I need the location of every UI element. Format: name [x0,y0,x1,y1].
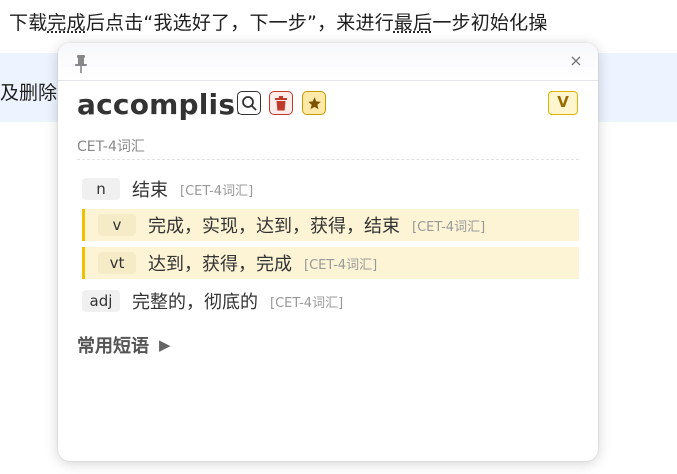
background-instruction-text: 下载完成后点击“我选好了，下一步”，来进行最后一步初始化操 [9,12,548,34]
meaning-text: 结束 [132,180,168,201]
meaning-text: 完整的，彻底的 [132,292,258,313]
meaning-row: n 结束 [CET-4词汇] [82,173,579,205]
vocabulary-badge[interactable]: V [548,91,578,115]
meaning-row-highlighted: v 完成，实现，达到，获得，结束 [CET-4词汇] [82,209,579,241]
common-phrases-toggle[interactable]: 常用短语 ▶ [77,332,171,358]
part-of-speech: v [98,214,136,236]
meaning-level-tag: [CET-4词汇] [412,219,486,235]
search-icon [242,96,257,111]
divider [77,159,579,160]
search-button[interactable] [237,91,261,115]
meaning-level-tag: [CET-4词汇] [180,183,254,199]
part-of-speech: n [82,178,120,200]
dictionary-popup: × accomplish V CET-4词汇 n 结束 [CET-4词汇] v … [58,43,598,461]
star-icon [307,96,321,109]
pin-icon[interactable] [74,55,88,73]
meaning-text: 达到，获得，完成 [148,254,292,275]
triangle-right-icon: ▶ [159,336,171,354]
meaning-row: adj 完整的，彻底的 [CET-4词汇] [82,285,579,317]
headword: accomplish [77,88,256,121]
meaning-level-tag: [CET-4词汇] [270,295,344,311]
trash-icon [275,95,287,110]
favorite-button[interactable] [302,91,326,115]
delete-button[interactable] [269,91,293,115]
part-of-speech: vt [98,252,136,274]
part-of-speech: adj [82,290,120,312]
close-icon[interactable]: × [568,53,584,69]
word-level-label: CET-4词汇 [77,139,145,155]
common-phrases-label: 常用短语 [77,336,149,357]
meaning-row-highlighted: vt 达到，获得，完成 [CET-4词汇] [82,247,579,279]
popup-title-bar[interactable]: × [58,43,598,81]
meaning-level-tag: [CET-4词汇] [304,257,378,273]
meaning-text: 完成，实现，达到，获得，结束 [148,216,400,237]
background-text-line2: 及删除 [0,82,58,104]
